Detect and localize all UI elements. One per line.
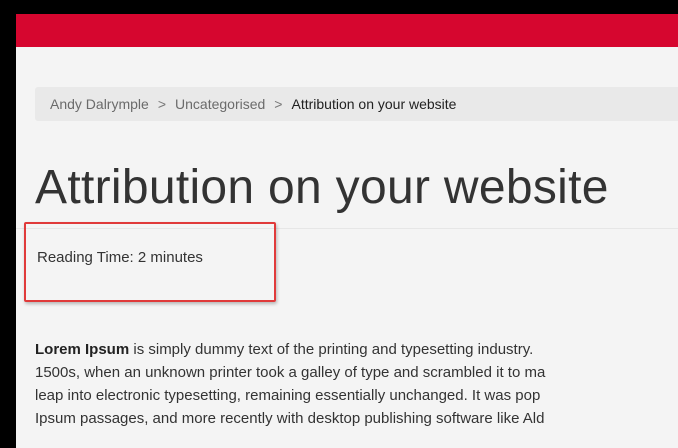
annotation-highlight-box — [24, 222, 276, 302]
body-line-3: leap into electronic typesetting, remain… — [35, 387, 541, 404]
breadcrumb: Andy Dalrymple > Uncategorised > Attribu… — [35, 87, 678, 121]
browser-viewport: Andy Dalrymple > Uncategorised > Attribu… — [16, 14, 678, 448]
lead-bold-text: Lorem Ipsum — [35, 341, 130, 358]
site-header-bar — [16, 14, 678, 47]
body-line-1: Lorem Ipsum is simply dummy text of the … — [35, 338, 678, 361]
body-line-4: Ipsum passages, and more recently with d… — [35, 410, 545, 427]
breadcrumb-current-page: Attribution on your website — [291, 96, 457, 112]
body-line-1-rest: is simply dummy text of the printing and… — [129, 341, 534, 358]
breadcrumb-home-link[interactable]: Andy Dalrymple — [50, 96, 149, 112]
screenshot-frame: Andy Dalrymple > Uncategorised > Attribu… — [0, 0, 678, 448]
breadcrumb-separator: > — [274, 96, 283, 112]
post-body: Lorem Ipsum is simply dummy text of the … — [35, 338, 678, 430]
body-line-2: 1500s, when an unknown printer took a ga… — [35, 364, 546, 381]
breadcrumb-category-link[interactable]: Uncategorised — [175, 96, 265, 112]
page-title: Attribution on your website — [35, 161, 609, 214]
breadcrumb-separator: > — [157, 96, 167, 112]
